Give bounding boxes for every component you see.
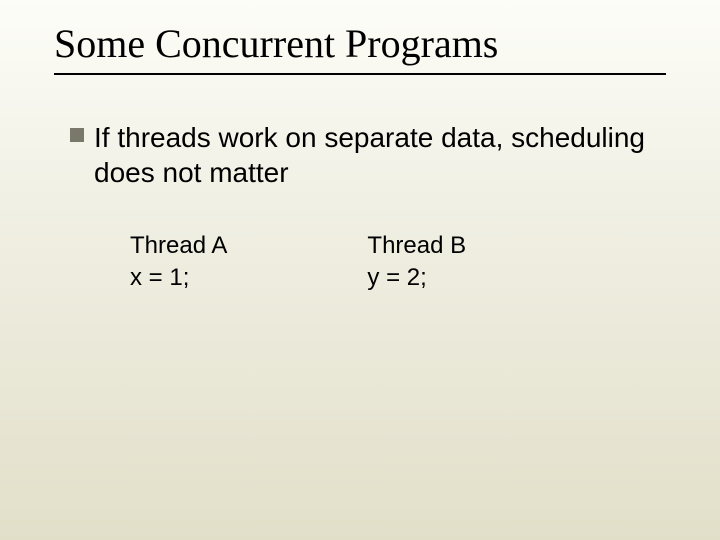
thread-a-code: x = 1;	[130, 262, 227, 294]
title-underline	[54, 73, 666, 75]
slide: Some Concurrent Programs If threads work…	[0, 0, 720, 540]
thread-b-code: y = 2;	[367, 262, 466, 294]
slide-body: If threads work on separate data, schedu…	[70, 120, 666, 190]
square-bullet-icon	[70, 128, 84, 142]
thread-a-label: Thread A	[130, 230, 227, 262]
slide-title: Some Concurrent Programs	[54, 20, 666, 73]
thread-b-label: Thread B	[367, 230, 466, 262]
thread-columns: Thread A x = 1; Thread B y = 2;	[130, 230, 466, 295]
thread-b-block: Thread B y = 2;	[367, 230, 466, 295]
title-block: Some Concurrent Programs	[54, 20, 666, 75]
thread-a-block: Thread A x = 1;	[130, 230, 227, 295]
bullet-item: If threads work on separate data, schedu…	[70, 120, 666, 190]
bullet-text: If threads work on separate data, schedu…	[94, 120, 666, 190]
